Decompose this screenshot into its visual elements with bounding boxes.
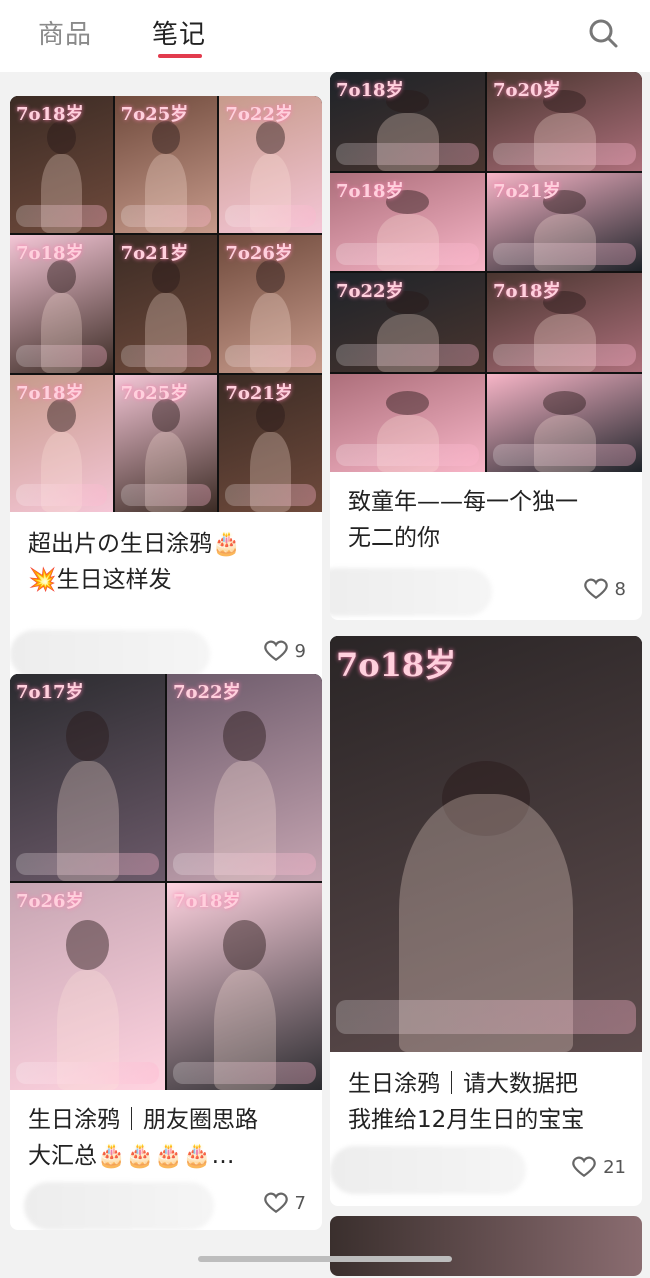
tab-products[interactable]: 商品 <box>38 14 92 51</box>
cover-tile: 7o22岁 <box>330 273 485 372</box>
tab-indicator <box>158 54 202 58</box>
note-card[interactable]: 7o17岁 7o22岁 7o26岁 7o18岁 生日涂鸦｜朋友圈思路 大汇总🎂🎂… <box>10 674 322 1230</box>
heart-icon <box>263 1192 288 1213</box>
like-count: 9 <box>294 640 306 662</box>
cover-tile: 7o18岁 <box>487 273 642 372</box>
cover-tile: 7o26岁 <box>10 883 165 1090</box>
note-title[interactable]: 致童年——每一个独一 无二的你 <box>348 484 628 556</box>
top-bar: 商品 笔记 <box>0 0 650 72</box>
note-cover-image[interactable] <box>330 1216 642 1276</box>
like-count: 21 <box>603 1156 626 1178</box>
cover-tile: 7o17岁 <box>10 674 165 881</box>
cover-tile: 7o18岁 <box>330 636 642 1052</box>
heart-icon <box>572 1156 596 1177</box>
note-meta: 8 <box>330 568 642 616</box>
like-button[interactable]: 21 <box>571 1154 626 1180</box>
cover-tile: 7o18岁 <box>330 72 485 171</box>
like-button[interactable]: 7 <box>263 1190 306 1216</box>
tab-notes[interactable]: 笔记 <box>152 14 206 51</box>
cover-tile: 7o21岁 <box>114 235 218 373</box>
home-indicator <box>198 1256 452 1262</box>
note-card[interactable] <box>330 1216 642 1276</box>
blurred-author <box>24 1182 214 1230</box>
search-icon[interactable] <box>586 16 620 50</box>
note-meta: 21 <box>330 1146 642 1194</box>
cover-tile: 7o18岁 <box>10 374 113 512</box>
cover-tile <box>487 373 642 472</box>
note-cover-image[interactable]: 7o18岁 7o25岁 7o22岁 7o18岁 7o21岁 7o26岁 7o18… <box>10 96 322 512</box>
blurred-author <box>330 568 492 616</box>
note-cover-image[interactable]: 7o17岁 7o22岁 7o26岁 7o18岁 <box>10 674 322 1090</box>
blurred-author <box>330 1146 526 1194</box>
note-cover-image[interactable]: 7o18岁 <box>330 636 642 1052</box>
notes-feed[interactable]: 7o18岁 7o25岁 7o22岁 7o18岁 7o21岁 7o26岁 7o18… <box>0 72 650 1278</box>
cover-tile: 7o25岁 <box>114 374 218 512</box>
cover-tile: 7o22岁 <box>167 674 322 881</box>
note-title[interactable]: 生日涂鸦｜朋友圈思路 大汇总🎂🎂🎂🎂… <box>28 1102 308 1174</box>
note-title[interactable]: 超出片の生日涂鸦🎂 💥生日这样发 <box>28 526 308 598</box>
like-button[interactable]: 9 <box>263 638 306 664</box>
heart-icon <box>583 578 608 599</box>
like-button[interactable]: 8 <box>583 576 626 602</box>
cover-tile: 7o26岁 <box>219 235 322 373</box>
note-card[interactable]: 7o18岁 7o20岁 7o18岁 7o21岁 7o22岁 7o18岁 致童年—… <box>330 72 642 620</box>
note-card[interactable]: 7o18岁 生日涂鸦｜请大数据把 我推给12月生日的宝宝 21 <box>330 636 642 1206</box>
like-count: 8 <box>614 578 626 600</box>
heart-icon <box>263 640 288 661</box>
note-card[interactable]: 7o18岁 7o25岁 7o22岁 7o18岁 7o21岁 7o26岁 7o18… <box>10 96 322 698</box>
cover-tile: 7o18岁 <box>167 883 322 1090</box>
cover-tile: 7o22岁 <box>219 96 322 234</box>
cover-tile: 7o21岁 <box>219 374 322 512</box>
cover-tile: 7o18岁 <box>330 172 485 271</box>
cover-tile: 7o21岁 <box>487 172 642 271</box>
like-count: 7 <box>294 1192 306 1214</box>
cover-tile: 7o18岁 <box>10 235 113 373</box>
cover-tile: 7o25岁 <box>114 96 218 234</box>
note-title[interactable]: 生日涂鸦｜请大数据把 我推给12月生日的宝宝 <box>348 1066 628 1138</box>
blurred-author <box>10 630 210 678</box>
note-meta: 9 <box>10 630 322 678</box>
cover-tile <box>330 373 485 472</box>
cover-tile: 7o18岁 <box>10 96 113 234</box>
note-cover-image[interactable]: 7o18岁 7o20岁 7o18岁 7o21岁 7o22岁 7o18岁 <box>330 72 642 472</box>
note-meta: 7 <box>10 1182 322 1230</box>
cover-tile: 7o20岁 <box>487 72 642 171</box>
